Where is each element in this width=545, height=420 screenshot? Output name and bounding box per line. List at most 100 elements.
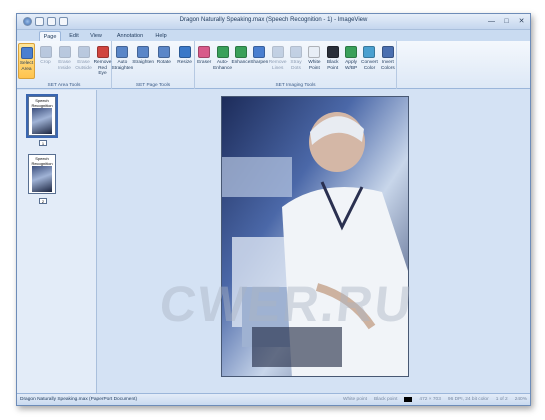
crop-icon: [39, 46, 52, 58]
tool-label: Erase Inside: [58, 60, 71, 71]
app-window: Dragon Naturally Speaking.max (Speech Re…: [16, 13, 531, 406]
thumbnail-caption: Speech Recognition: [31, 156, 53, 166]
erase-outside-icon: [77, 46, 90, 58]
resize-icon: [178, 46, 191, 58]
tool-label: Erase Outside: [75, 60, 92, 71]
straighten-button[interactable]: Straighten: [132, 43, 155, 79]
white-point-icon: [308, 46, 321, 58]
tool-label: White Point: [308, 60, 321, 71]
erase-inside-button[interactable]: Erase Inside: [56, 43, 73, 79]
tool-label: Eraser: [197, 60, 212, 65]
status-white-point: White point: [342, 397, 367, 402]
tool-label: Resize: [177, 60, 192, 65]
remove-lines-button[interactable]: Remove Lines: [268, 43, 287, 79]
page-tools-group: SET Page Tools Auto Straighten Straighten…: [111, 41, 195, 89]
red-eye-icon: [96, 46, 109, 58]
status-info: White point Black point 472 × 703 96 DPI…: [343, 397, 527, 402]
eraser-icon: [198, 46, 211, 58]
invert-colors-button[interactable]: Invert Colors: [380, 43, 396, 79]
area-tools-group: SET Area Tools Select Area Crop Erase Insi…: [17, 41, 112, 89]
select-area-icon: [20, 47, 33, 59]
black-point-icon: [326, 46, 339, 58]
tool-label: Select Area: [19, 61, 34, 72]
page-number: 2: [39, 198, 47, 204]
page-thumbnail[interactable]: Speech Recognition: [28, 154, 56, 194]
tool-label: Convert Color: [361, 60, 378, 71]
close-button[interactable]: ✕: [517, 17, 526, 26]
sharpen-button[interactable]: Sharpen: [250, 43, 269, 79]
erase-inside-icon: [58, 46, 71, 58]
doctor-photo: [222, 97, 408, 376]
status-bar: Dragon Naturally Speaking.max (PaperPort…: [17, 393, 530, 405]
black-swatch: [404, 397, 413, 402]
sharpen-icon: [253, 46, 266, 58]
image-canvas[interactable]: [98, 90, 530, 394]
tool-label: Rotate: [156, 60, 171, 65]
status-page: 1 of 2: [495, 397, 508, 402]
auto-straighten-button[interactable]: Auto Straighten: [111, 43, 134, 79]
auto-enhance-icon: [216, 46, 229, 58]
resize-button[interactable]: Resize: [175, 43, 194, 79]
thumbnail-panel: Speech Recognition 1 Speech Recognition …: [17, 90, 97, 394]
straighten-icon: [137, 46, 150, 58]
tool-label: Stray Dots: [290, 60, 302, 71]
tool-label: Auto Straighten: [111, 60, 134, 71]
window-controls: — □ ✕: [487, 17, 526, 26]
select-area-button[interactable]: Select Area: [18, 43, 35, 79]
auto-enhance-button[interactable]: Auto-Enhance: [213, 43, 233, 79]
window-title: Dragon Naturally Speaking.max (Speech Re…: [179, 17, 368, 23]
crop-button[interactable]: Crop: [37, 43, 54, 79]
page-number: 1: [39, 140, 47, 146]
stray-dots-button[interactable]: Stray Dots: [288, 43, 304, 79]
erase-outside-button[interactable]: Erase Outside: [75, 43, 92, 79]
auto-straighten-icon: [116, 46, 129, 58]
status-zoom[interactable]: 240%: [515, 397, 527, 402]
apply-wbp-button[interactable]: Apply W/BP: [343, 43, 359, 79]
white-point-button[interactable]: White Point: [306, 43, 322, 79]
page-thumbnail[interactable]: Speech Recognition: [26, 94, 58, 138]
invert-colors-icon: [381, 46, 394, 58]
red-eye-button[interactable]: Remove Red Eye: [94, 43, 111, 79]
watermark-text: CWER.RU: [157, 276, 416, 332]
black-point-button[interactable]: Black Point: [325, 43, 341, 79]
eraser-button[interactable]: Eraser: [196, 43, 212, 79]
apply-wbp-icon: [345, 46, 358, 58]
tool-label: Remove Red Eye: [93, 60, 112, 76]
tab-edit[interactable]: Edit: [64, 31, 84, 41]
tool-label: Auto-Enhance: [213, 60, 233, 71]
remove-lines-icon: [271, 46, 284, 58]
maximize-button[interactable]: □: [502, 17, 511, 26]
group-title: SET Area Tools: [47, 83, 81, 88]
tool-label: Black Point: [326, 60, 339, 71]
tab-view[interactable]: View: [85, 31, 107, 41]
tab-annotation[interactable]: Annotation: [110, 31, 150, 41]
title-bar: Dragon Naturally Speaking.max (Speech Re…: [17, 14, 530, 30]
status-dimensions: 472 × 703: [419, 397, 441, 402]
tab-page[interactable]: Page: [39, 31, 61, 41]
convert-color-icon: [363, 46, 376, 58]
rotate-icon: [157, 46, 170, 58]
status-color-depth: 96 DPI, 24 bit color: [447, 397, 489, 402]
tool-label: Sharpen: [250, 60, 269, 65]
enhance-icon: [234, 46, 247, 58]
status-document: Dragon Naturally Speaking.max (PaperPort…: [20, 397, 138, 402]
enhance-button[interactable]: Enhance: [231, 43, 251, 79]
tool-label: Straighten: [132, 60, 155, 65]
stray-dots-icon: [289, 46, 302, 58]
status-black-point: Black point: [373, 397, 398, 402]
group-title: SET Page Tools: [135, 83, 171, 88]
group-title: SET Imaging Tools: [275, 83, 316, 88]
tool-label: Apply W/BP: [344, 60, 358, 71]
ribbon: SET Area Tools Select Area Crop Erase Insi…: [17, 41, 530, 89]
tool-label: Invert Colors: [380, 60, 395, 71]
minimize-button[interactable]: —: [487, 17, 496, 26]
tool-label: Crop: [40, 60, 51, 65]
imaging-tools-group: SET Imaging Tools Eraser Auto-Enhance Enha…: [195, 41, 397, 89]
convert-color-button[interactable]: Convert Color: [361, 43, 378, 79]
thumbnail-caption: Speech Recognition: [31, 98, 53, 108]
tool-label: Enhance: [231, 60, 251, 65]
rotate-button[interactable]: Rotate: [155, 43, 174, 79]
tab-help[interactable]: Help: [151, 31, 171, 41]
tool-label: Remove Lines: [268, 60, 287, 71]
document-image: [221, 96, 409, 377]
